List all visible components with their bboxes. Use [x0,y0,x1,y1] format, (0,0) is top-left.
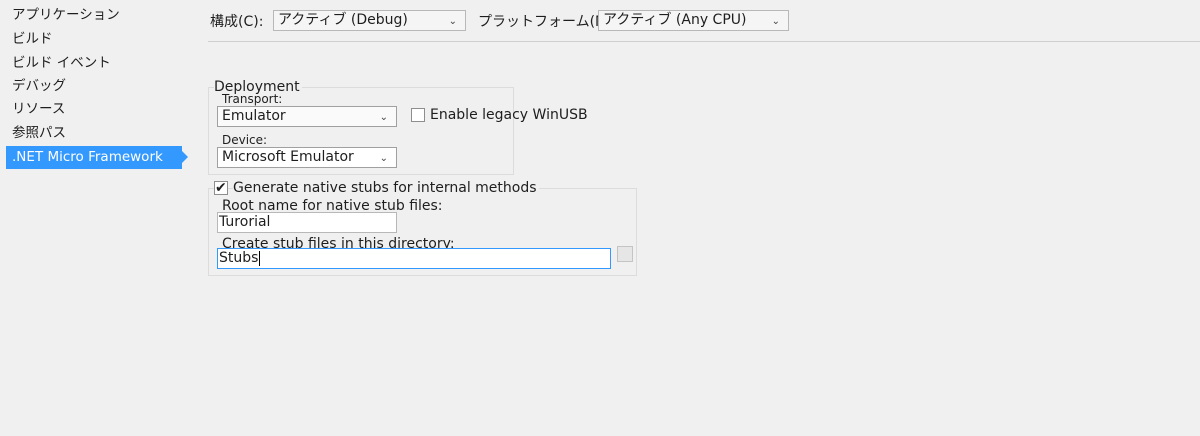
platform-dropdown[interactable]: アクティブ (Any CPU) ⌄ [598,10,789,31]
device-value: Microsoft Emulator [222,149,354,165]
sidebar-item-net-micro-framework[interactable]: .NET Micro Framework [6,146,182,169]
generate-stubs-checkbox[interactable]: ✔ [214,181,228,195]
text-caret [259,250,261,266]
directory-value: Stubs [219,250,259,266]
directory-input[interactable]: Stubs [217,248,611,269]
configuration-dropdown[interactable]: アクティブ (Debug) ⌄ [273,10,466,31]
sidebar-item-build[interactable]: ビルド [6,28,182,51]
generate-stubs-label: Generate native stubs for internal metho… [233,180,539,196]
browse-button[interactable] [617,246,633,262]
chevron-down-icon: ⌄ [379,153,388,164]
sidebar-item-build-events[interactable]: ビルド イベント [6,52,182,75]
sidebar-item-debug[interactable]: デバッグ [6,75,182,98]
legacy-winusb-label: Enable legacy WinUSB [430,107,588,123]
legacy-winusb-checkbox[interactable] [411,108,425,122]
root-name-input[interactable]: Turorial [217,212,397,233]
checkmark-icon: ✔ [215,180,227,196]
platform-value: アクティブ (Any CPU) [603,12,747,28]
device-label: Device: [222,133,268,147]
toolbar-divider [208,41,1200,42]
device-dropdown[interactable]: Microsoft Emulator ⌄ [217,147,397,168]
transport-value: Emulator [222,108,286,124]
sidebar-item-application[interactable]: アプリケーション [6,4,182,27]
sidebar-item-resources[interactable]: リソース [6,98,182,121]
transport-label: Transport: [222,92,283,106]
configuration-value: アクティブ (Debug) [278,12,408,28]
configuration-label: 構成(C): [210,14,264,30]
sidebar-item-reference-paths[interactable]: 参照パス [6,122,182,145]
transport-dropdown[interactable]: Emulator ⌄ [217,106,397,127]
platform-label: プラットフォーム(M): [478,14,618,30]
chevron-down-icon: ⌄ [771,16,780,27]
selection-arrow-icon [182,151,188,163]
chevron-down-icon: ⌄ [379,112,388,123]
chevron-down-icon: ⌄ [448,16,457,27]
